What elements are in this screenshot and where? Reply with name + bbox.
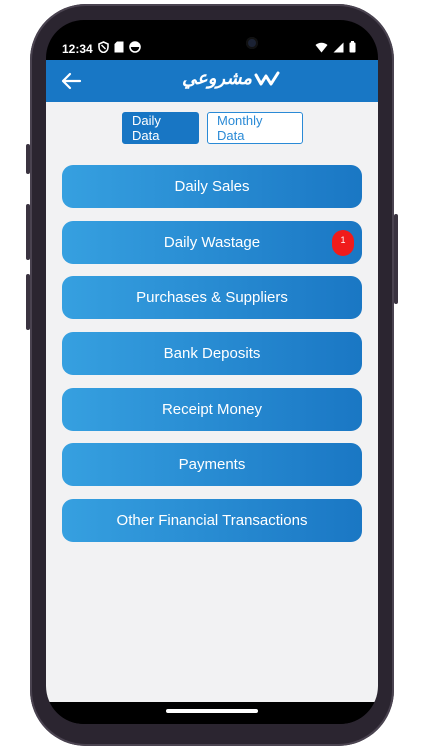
tab-daily-data[interactable]: Daily Data <box>122 112 199 144</box>
battery-icon <box>349 41 356 53</box>
signal-icon <box>333 42 344 52</box>
data-tabs: Daily Data Monthly Data <box>122 112 303 144</box>
sim-card-icon <box>114 41 124 53</box>
menu-label: Purchases & Suppliers <box>136 289 288 307</box>
status-icons-left <box>98 41 141 53</box>
status-time: 12:34 <box>62 42 93 56</box>
menu-label: Payments <box>178 456 246 474</box>
home-indicator-area <box>46 702 378 724</box>
daily-sales-button[interactable]: Daily Sales <box>62 165 362 208</box>
menu-label: Daily Sales <box>174 178 250 195</box>
bank-deposits-button[interactable]: Bank Deposits <box>62 332 362 376</box>
data-saver-icon <box>129 41 141 53</box>
notification-badge: 1 <box>332 229 354 256</box>
phone-power-button <box>394 214 398 304</box>
app-logo: مشروعي <box>182 68 280 89</box>
home-indicator[interactable] <box>166 709 258 713</box>
logo-text: مشروعي <box>182 68 253 88</box>
status-bar: 12:34 <box>46 20 378 60</box>
status-icons-right <box>315 41 356 53</box>
tab-label: Daily Data <box>132 113 161 143</box>
menu-label: Bank Deposits <box>163 345 261 363</box>
menu-list: Daily Sales Daily Wastage 1 Purchases & … <box>62 165 362 555</box>
daily-wastage-button[interactable]: Daily Wastage 1 <box>62 220 362 264</box>
menu-label: Daily Wastage <box>163 233 261 251</box>
screen: 12:34 مشروعي Daily Data Monthly Data Dai… <box>46 20 378 724</box>
tab-monthly-data[interactable]: Monthly Data <box>207 112 303 144</box>
receipt-money-button[interactable]: Receipt Money <box>62 387 362 431</box>
other-financial-transactions-button[interactable]: Other Financial Transactions <box>62 499 362 543</box>
app-bar: مشروعي <box>46 60 378 102</box>
wifi-icon <box>315 42 328 52</box>
shield-icon <box>98 41 109 53</box>
camera-icon <box>246 37 258 49</box>
main-content: Daily Data Monthly Data Daily Sales Dail… <box>46 102 378 702</box>
back-button[interactable] <box>58 68 84 94</box>
phone-volume-up <box>26 204 30 260</box>
phone-volume-down <box>26 274 30 330</box>
menu-label: Other Financial Transactions <box>116 512 308 530</box>
tab-label: Monthly Data <box>217 113 263 143</box>
phone-side-button <box>26 144 30 174</box>
purchases-suppliers-button[interactable]: Purchases & Suppliers <box>62 276 362 320</box>
menu-label: Receipt Money <box>161 400 263 418</box>
payments-button[interactable]: Payments <box>62 443 362 487</box>
arrow-left-icon <box>61 72 82 90</box>
logo-mark-icon <box>254 71 280 85</box>
